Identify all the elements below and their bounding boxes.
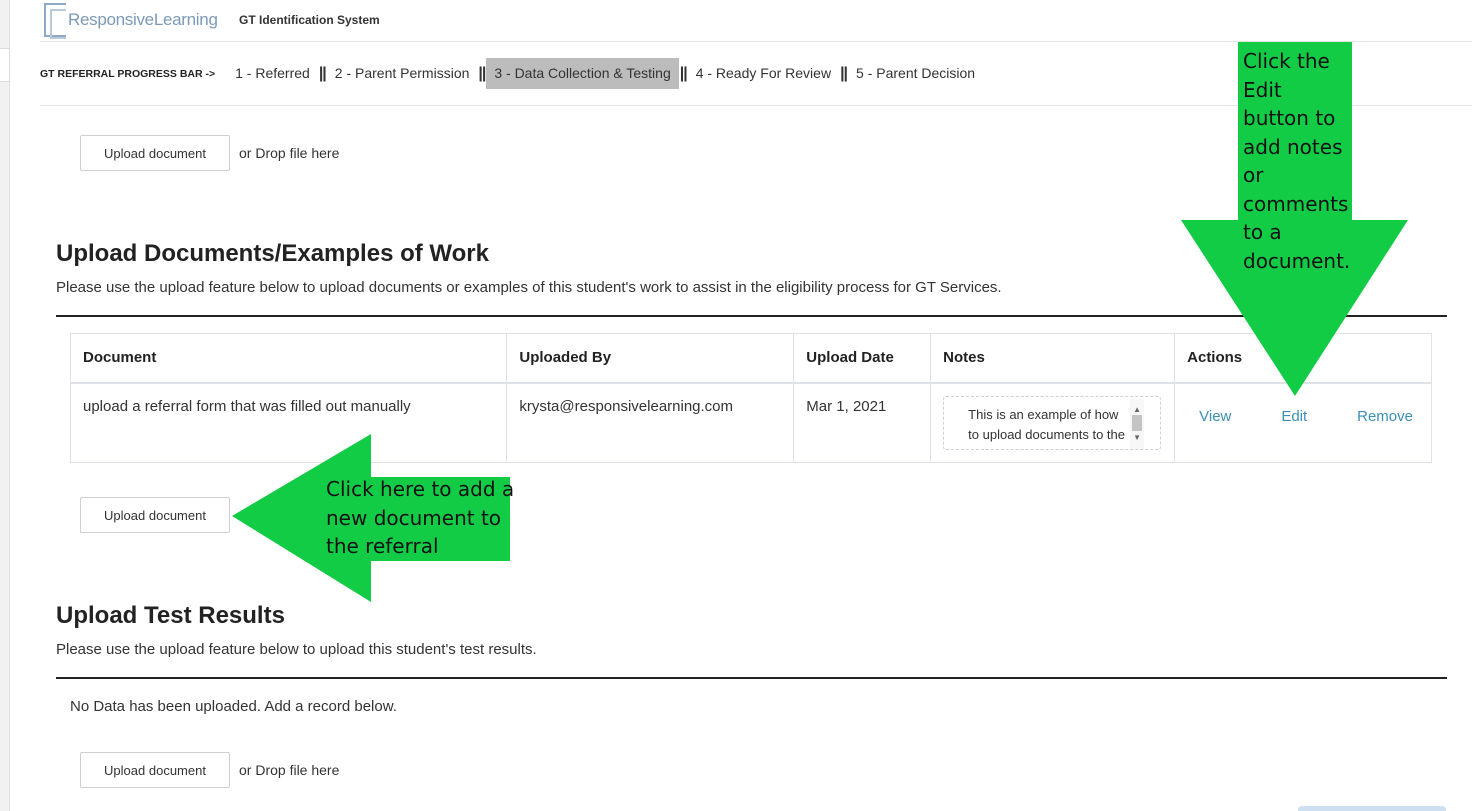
edit-callout-line: Edit (1243, 77, 1282, 102)
system-title: GT Identification System (239, 13, 380, 27)
notes-textarea[interactable]: This is an example of how to upload docu… (943, 395, 1162, 450)
progress-bar-label: GT REFERRAL PROGRESS BAR -> (40, 67, 216, 80)
column-header-uploaded-by: Uploaded By (506, 333, 795, 384)
edit-link[interactable]: Edit (1281, 408, 1307, 425)
section-rule (56, 315, 1447, 317)
column-header-actions: Actions (1174, 333, 1432, 384)
uploaded-by-cell: krysta@responsivelearning.com (506, 382, 795, 463)
edit-callout-line: document. (1243, 248, 1351, 273)
left-rail (0, 0, 10, 811)
edit-callout-line: or (1243, 163, 1264, 187)
notes-cell: This is an example of how to upload docu… (930, 382, 1176, 463)
upload-callout-text: Click here to add a new document to the … (326, 475, 514, 561)
scroll-down-arrow-icon[interactable]: ▼ (1133, 428, 1141, 448)
step-data-collection-testing[interactable]: 3 - Data Collection & Testing (486, 58, 679, 89)
notes-text: This is an example of how to upload docu… (968, 406, 1125, 442)
drop-file-text-top: or Drop file here (239, 145, 340, 161)
step-referred[interactable]: 1 - Referred (227, 58, 318, 89)
rail-handle[interactable] (0, 48, 10, 82)
empty-state-text: No Data has been uploaded. Add a record … (70, 698, 397, 715)
column-header-document: Document (70, 333, 508, 384)
edit-callout-line: Click the (1243, 49, 1330, 73)
upload-callout-line: the referral (326, 534, 439, 558)
actions-cell: View Edit Remove (1174, 382, 1432, 463)
logo-mark-icon (44, 3, 66, 39)
documents-table: Document Uploaded By Upload Date Notes A… (70, 333, 1432, 463)
test-results-section-description: Please use the upload feature below to u… (56, 641, 537, 658)
documents-section-title: Upload Documents/Examples of Work (56, 240, 489, 267)
edit-callout-line: add notes (1243, 134, 1343, 159)
upload-callout-line: new document to (326, 505, 502, 530)
drop-file-text-test-results: or Drop file here (239, 762, 340, 778)
edit-callout-text: Click the Edit button to add notes or co… (1243, 47, 1350, 275)
step-separator: || (318, 64, 327, 82)
section-rule (56, 677, 1447, 679)
top-bar: ResponsiveLearning GT Identification Sys… (40, 0, 1472, 42)
upload-document-button-documents[interactable]: Upload document (80, 497, 230, 533)
test-results-section-title: Upload Test Results (56, 602, 285, 629)
notes-scrollbar[interactable]: ▲ ▼ (1130, 398, 1145, 449)
table-row: upload a referral form that was filled o… (70, 382, 1432, 463)
step-separator: || (840, 64, 848, 82)
edit-callout-line: button to (1243, 106, 1336, 130)
documents-section-description: Please use the upload feature below to u… (56, 279, 1002, 296)
view-link[interactable]: View (1199, 408, 1231, 425)
document-cell: upload a referral form that was filled o… (70, 382, 508, 463)
column-header-notes: Notes (930, 333, 1176, 384)
upload-callout-line: Click here to add a (326, 477, 515, 501)
edit-callout-line: to a (1243, 220, 1282, 244)
edit-callout-line: comments (1243, 191, 1349, 216)
remove-link[interactable]: Remove (1357, 408, 1413, 425)
upload-date-cell: Mar 1, 2021 (793, 382, 932, 463)
step-ready-for-review[interactable]: 4 - Ready For Review (688, 58, 839, 89)
step-parent-permission[interactable]: 2 - Parent Permission (327, 58, 478, 89)
logo-text: ResponsiveLearning (68, 10, 218, 29)
step-separator: || (478, 64, 486, 82)
logo[interactable]: ResponsiveLearning (44, 2, 218, 39)
step-parent-decision[interactable]: 5 - Parent Decision (848, 58, 983, 89)
partially-visible-button[interactable] (1298, 806, 1446, 811)
step-separator: || (679, 64, 688, 82)
column-header-upload-date: Upload Date (793, 333, 932, 384)
upload-document-button-test-results[interactable]: Upload document (80, 752, 230, 788)
upload-document-button-top[interactable]: Upload document (80, 135, 230, 171)
